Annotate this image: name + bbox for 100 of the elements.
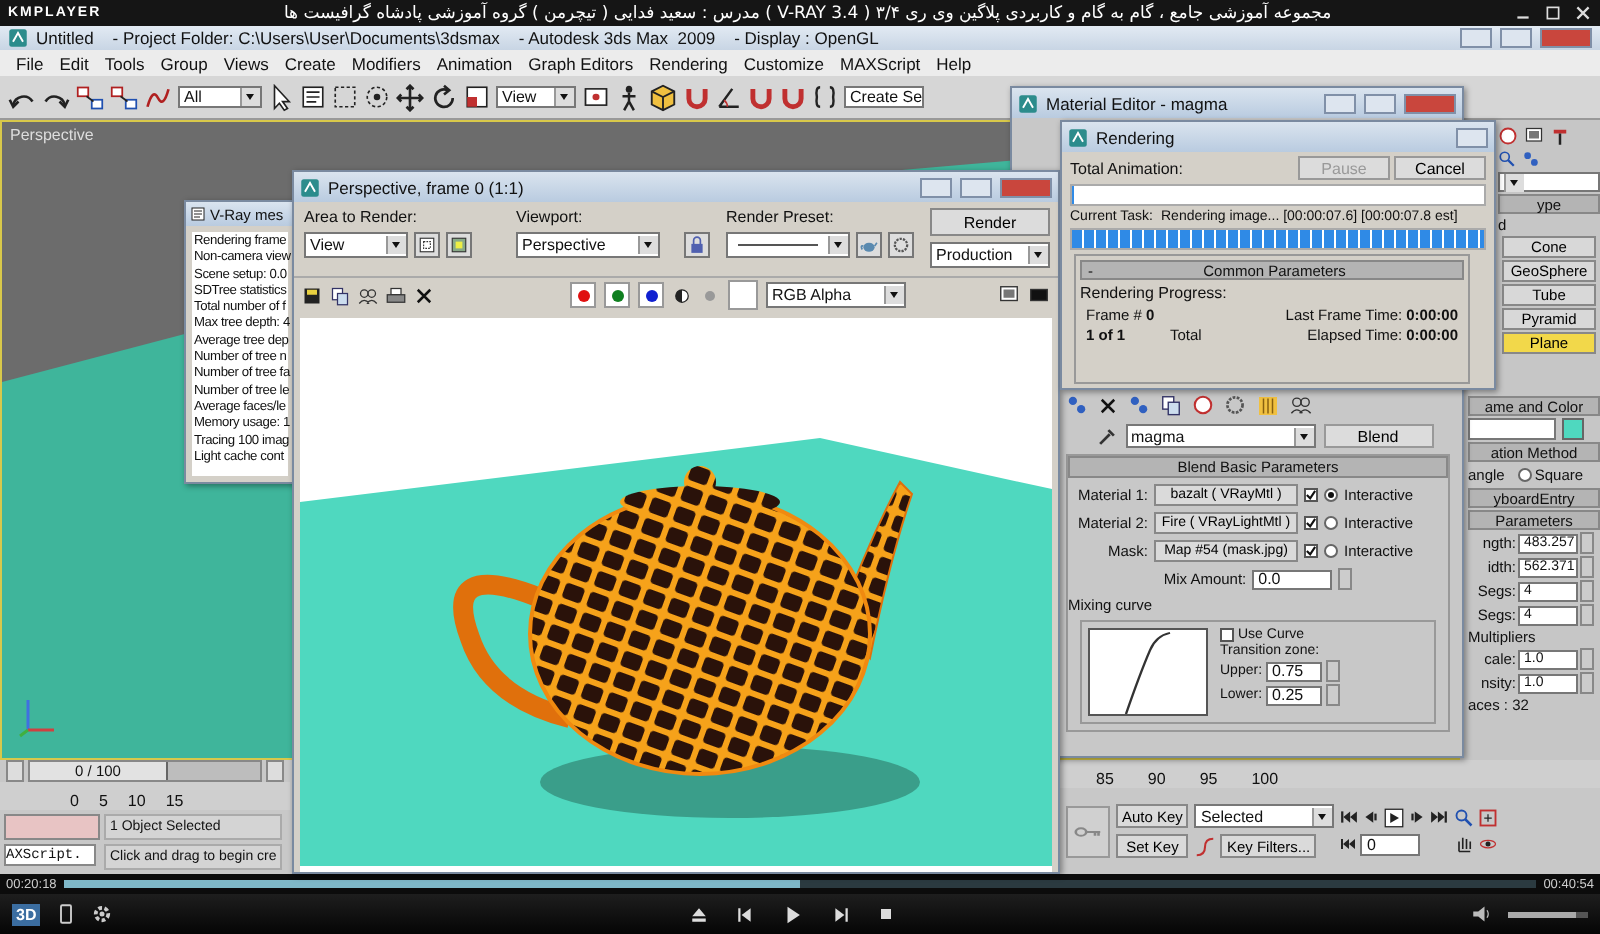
orbit-icon[interactable] bbox=[1478, 834, 1499, 854]
magnet-icon[interactable] bbox=[748, 84, 774, 110]
key-mode-dropdown[interactable]: Selected bbox=[1194, 804, 1335, 828]
zoom-icon[interactable] bbox=[1498, 150, 1516, 168]
channel-toggle[interactable] bbox=[570, 282, 596, 308]
number-field[interactable]: 0.75 bbox=[1266, 661, 1323, 681]
menu-item[interactable]: Customize bbox=[735, 53, 833, 73]
track-bar[interactable]: 0 5 10 15 bbox=[0, 782, 290, 810]
angle-icon[interactable] bbox=[716, 84, 742, 110]
number-field[interactable]: 0.0 bbox=[1252, 569, 1333, 589]
close-icon[interactable] bbox=[1574, 4, 1592, 22]
curve-icon[interactable] bbox=[1194, 835, 1217, 857]
zoom-icon[interactable] bbox=[1454, 808, 1475, 828]
frame-field[interactable]: 0 bbox=[1360, 833, 1421, 855]
next-icon[interactable] bbox=[832, 905, 851, 923]
render-mode-dropdown[interactable]: Production bbox=[930, 242, 1050, 268]
eject-icon[interactable] bbox=[690, 905, 709, 923]
checkbox[interactable] bbox=[1304, 516, 1318, 530]
color-swatch[interactable] bbox=[1562, 418, 1584, 440]
menu-item[interactable]: Animation bbox=[428, 53, 521, 73]
menu-item[interactable]: MAXScript bbox=[832, 53, 929, 73]
balls-icon[interactable] bbox=[1522, 150, 1540, 168]
ring-icon[interactable] bbox=[1224, 394, 1246, 416]
number-field[interactable]: 0.25 bbox=[1266, 685, 1323, 705]
volume-icon[interactable] bbox=[1472, 904, 1492, 924]
close-button[interactable] bbox=[1456, 127, 1488, 147]
menu-item[interactable]: Edit bbox=[51, 53, 97, 73]
color-swatch[interactable] bbox=[728, 280, 758, 310]
delete-icon[interactable] bbox=[1098, 395, 1118, 415]
mono-icon[interactable] bbox=[672, 285, 692, 305]
save-icon[interactable] bbox=[302, 285, 322, 305]
frame-icon[interactable] bbox=[1478, 808, 1499, 828]
previous-frame-button[interactable] bbox=[6, 760, 24, 782]
minimize-button[interactable] bbox=[1460, 28, 1492, 48]
move-icon[interactable] bbox=[396, 83, 424, 111]
cube-icon[interactable] bbox=[648, 82, 678, 112]
monitor-icon[interactable] bbox=[1524, 125, 1544, 145]
listener-field[interactable] bbox=[4, 814, 100, 840]
render-button[interactable]: Render bbox=[930, 208, 1050, 236]
print-icon[interactable] bbox=[386, 285, 406, 305]
minimize-button[interactable] bbox=[1324, 93, 1356, 113]
dashed-circle-icon[interactable] bbox=[364, 84, 390, 110]
stop-icon[interactable] bbox=[878, 906, 895, 922]
menu-item[interactable]: Graph Editors bbox=[520, 53, 642, 73]
menu-item[interactable]: Modifiers bbox=[343, 53, 429, 73]
unlink-icon[interactable] bbox=[110, 83, 138, 111]
checkbox[interactable] bbox=[1220, 628, 1234, 642]
menu-item[interactable]: Views bbox=[215, 53, 277, 73]
preset-dropdown[interactable] bbox=[726, 232, 850, 258]
go-to-end-icon[interactable] bbox=[1430, 808, 1449, 826]
minimize-button[interactable] bbox=[920, 177, 952, 197]
clone-icon[interactable] bbox=[358, 285, 378, 305]
3d-mode-button[interactable]: 3D bbox=[12, 903, 41, 925]
copy-icon[interactable] bbox=[330, 285, 350, 305]
squiggle-icon[interactable] bbox=[144, 83, 172, 111]
balls-icon[interactable] bbox=[1066, 394, 1088, 416]
magnet-icon[interactable] bbox=[780, 84, 806, 110]
menu-item[interactable]: File bbox=[8, 53, 52, 73]
phone-icon[interactable] bbox=[56, 904, 77, 924]
filled-rectangle-icon[interactable] bbox=[1028, 284, 1050, 306]
next-frame-icon[interactable] bbox=[1408, 808, 1427, 826]
close-button[interactable] bbox=[1404, 93, 1456, 113]
clone-icon[interactable] bbox=[1290, 394, 1312, 416]
play-icon[interactable] bbox=[1384, 807, 1405, 827]
previous-icon[interactable] bbox=[736, 905, 755, 923]
menu-item[interactable]: Group bbox=[152, 53, 216, 73]
maximize-button[interactable] bbox=[960, 177, 992, 197]
track-bar[interactable]: 85 90 95 100 bbox=[1060, 760, 1600, 788]
reference-dropdown[interactable]: View bbox=[496, 86, 576, 108]
dashed-square-icon[interactable] bbox=[332, 84, 358, 110]
select-list-icon[interactable] bbox=[300, 84, 326, 110]
name-field[interactable] bbox=[1468, 418, 1556, 440]
ring-button[interactable] bbox=[888, 232, 914, 258]
close-button[interactable] bbox=[1000, 177, 1052, 197]
next-frame-button[interactable] bbox=[266, 760, 284, 782]
region-button[interactable] bbox=[446, 232, 472, 258]
scale-icon[interactable] bbox=[464, 84, 490, 110]
bars-icon[interactable] bbox=[1256, 393, 1280, 417]
pivot-icon[interactable] bbox=[582, 84, 610, 110]
material-name-dropdown[interactable]: magma bbox=[1125, 424, 1315, 448]
teapot-button[interactable] bbox=[856, 232, 882, 258]
settings-icon[interactable] bbox=[92, 904, 113, 924]
seek-bar[interactable] bbox=[64, 880, 1536, 888]
copy-icon[interactable] bbox=[1160, 394, 1182, 416]
radio-button[interactable] bbox=[1324, 544, 1338, 558]
channel-toggle[interactable] bbox=[604, 282, 630, 308]
radio-button[interactable] bbox=[1324, 488, 1338, 502]
channel-toggle[interactable] bbox=[638, 282, 664, 308]
material-type-button[interactable]: Blend bbox=[1323, 424, 1433, 448]
maximize-button[interactable] bbox=[1364, 93, 1396, 113]
cursor-icon[interactable] bbox=[268, 83, 294, 111]
braces-icon[interactable] bbox=[812, 84, 838, 110]
checkbox[interactable] bbox=[1304, 488, 1318, 502]
rotate-icon[interactable] bbox=[430, 83, 458, 111]
radio-button[interactable] bbox=[1324, 516, 1338, 530]
menu-item[interactable]: Help bbox=[928, 53, 980, 73]
menu-item[interactable]: Create bbox=[276, 53, 344, 73]
checkbox[interactable] bbox=[1304, 544, 1318, 558]
radio-button[interactable] bbox=[1518, 468, 1533, 482]
clear-icon[interactable] bbox=[414, 285, 434, 305]
